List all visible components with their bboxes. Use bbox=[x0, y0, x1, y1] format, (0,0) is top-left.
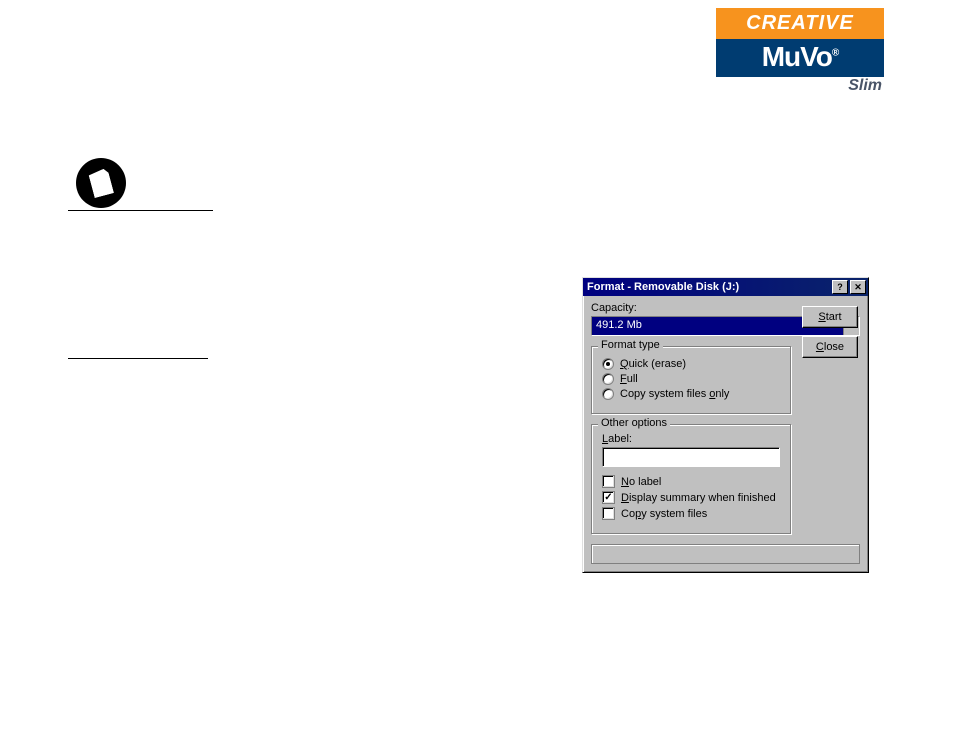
radio-copy-system-only[interactable]: Copy system files only bbox=[602, 388, 780, 400]
dialog-titlebar[interactable]: Format - Removable Disk (J:) ? ✕ bbox=[583, 278, 868, 296]
check-no-label[interactable]: No label bbox=[602, 475, 780, 488]
brand-logo: CREATIVE MuVo® Slim bbox=[716, 8, 884, 95]
other-options-group: Other options Label: No label Display su… bbox=[591, 424, 791, 534]
radio-icon bbox=[602, 358, 614, 370]
help-button[interactable]: ? bbox=[832, 280, 848, 294]
start-button[interactable]: Start bbox=[802, 306, 858, 328]
logo-slim-text: Slim bbox=[716, 77, 884, 95]
radio-icon bbox=[602, 388, 614, 400]
underline-1 bbox=[68, 210, 213, 211]
check-display-summary[interactable]: Display summary when finished bbox=[602, 491, 780, 504]
format-dialog: Format - Removable Disk (J:) ? ✕ Start C… bbox=[582, 277, 869, 573]
other-options-legend: Other options bbox=[598, 417, 670, 429]
radio-icon bbox=[602, 373, 614, 385]
checkbox-icon bbox=[602, 475, 615, 488]
dialog-title: Format - Removable Disk (J:) bbox=[585, 281, 830, 293]
close-window-button[interactable]: ✕ bbox=[850, 280, 866, 294]
radio-full[interactable]: Full bbox=[602, 373, 780, 385]
format-type-legend: Format type bbox=[598, 339, 663, 351]
radio-quick[interactable]: Quick (erase) bbox=[602, 358, 780, 370]
close-button[interactable]: Close bbox=[802, 336, 858, 358]
logo-muvo-text: MuVo® bbox=[716, 39, 884, 77]
underline-2 bbox=[68, 358, 208, 359]
checkbox-icon bbox=[602, 507, 615, 520]
note-icon bbox=[76, 158, 126, 208]
checkbox-icon bbox=[602, 491, 615, 504]
check-copy-system-files[interactable]: Copy system files bbox=[602, 507, 780, 520]
label-field-label: Label: bbox=[602, 433, 780, 445]
logo-creative-text: CREATIVE bbox=[716, 8, 884, 39]
label-input[interactable] bbox=[602, 447, 780, 467]
progress-bar bbox=[591, 544, 860, 564]
format-type-group: Format type Quick (erase) Full Copy syst… bbox=[591, 346, 791, 414]
